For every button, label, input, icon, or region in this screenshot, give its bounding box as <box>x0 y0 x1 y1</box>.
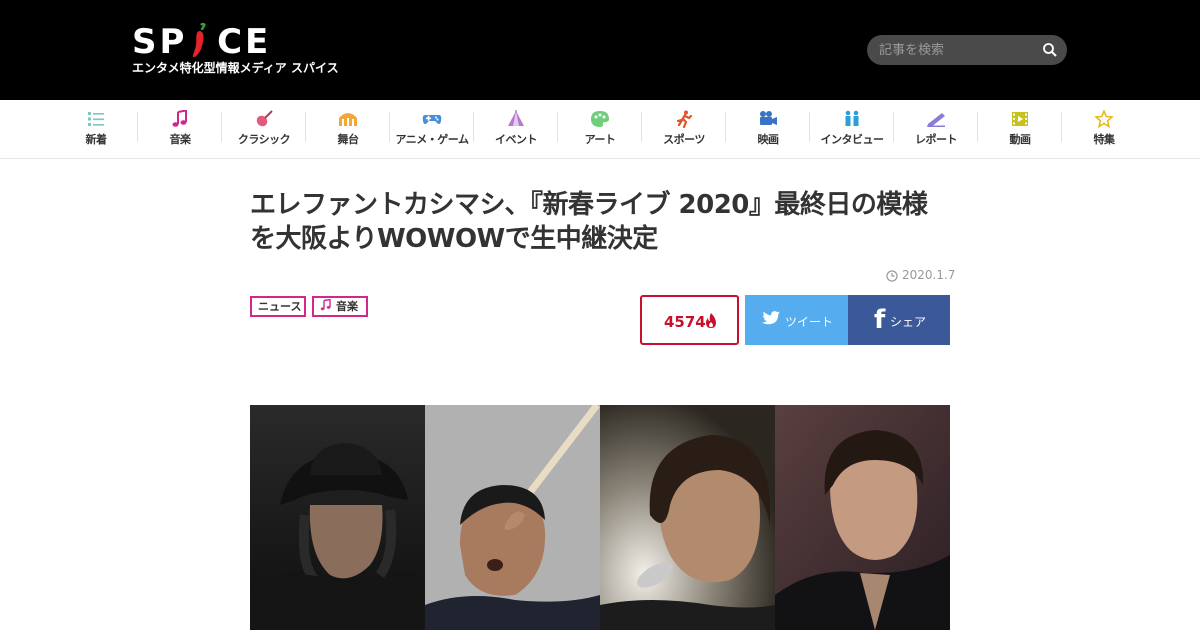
nav-item-interview[interactable]: インタビュー <box>810 110 894 150</box>
flame-icon <box>706 313 716 328</box>
report-icon <box>927 113 945 127</box>
article-title: エレファントカシマシ、『新春ライブ 2020』最終日の模様を大阪よりWOWOWで… <box>250 190 928 254</box>
nav-label: イベント <box>495 133 538 146</box>
nav-label: インタビュー <box>820 133 885 146</box>
pageview-count: 4574 <box>664 313 706 331</box>
nav-item-new[interactable]: 新着 <box>54 110 138 150</box>
category-nav: 新着 音楽 クラシック 舞台 アニメ・ゲーム イベント アート スポーツ 映画 <box>0 100 1200 159</box>
article-hero-image <box>250 405 950 630</box>
tag-music[interactable]: 音楽 <box>312 296 368 317</box>
list-icon <box>88 112 104 126</box>
gamepad-icon <box>422 115 442 125</box>
pageview-counter: 4574 <box>640 295 739 345</box>
member-photo-4 <box>775 405 950 630</box>
publish-date: 2020.1.7 <box>886 268 955 284</box>
nav-item-anime-game[interactable]: アニメ・ゲーム <box>390 110 474 150</box>
nav-item-classic[interactable]: クラシック <box>222 110 306 150</box>
tag-music-label: 音楽 <box>336 300 358 313</box>
nav-item-event[interactable]: イベント <box>474 110 558 150</box>
palette-icon <box>591 111 609 127</box>
music-note-icon <box>172 110 187 127</box>
violin-icon <box>256 110 273 127</box>
member-photo-2 <box>425 405 600 630</box>
film-icon <box>1012 112 1028 126</box>
nav-item-sports[interactable]: スポーツ <box>642 110 726 150</box>
tweet-button[interactable]: ツイート <box>745 295 848 345</box>
member-photo-3 <box>600 405 775 630</box>
nav-label: スポーツ <box>663 133 705 146</box>
clock-icon <box>886 270 898 282</box>
nav-label: アート <box>584 133 616 146</box>
twitter-bird-icon <box>761 311 781 325</box>
nav-item-report[interactable]: レポート <box>894 110 978 150</box>
nav-label: 動画 <box>1009 133 1032 146</box>
nav-label: 舞台 <box>337 133 360 146</box>
nav-item-feature[interactable]: 特集 <box>1062 110 1146 150</box>
share-label: シェア <box>890 315 927 329</box>
site-logo[interactable]: SP CE エンタメ特化型情報メディア スパイス <box>132 22 342 78</box>
search-icon[interactable] <box>1042 42 1058 58</box>
share-button[interactable]: f シェア <box>848 295 950 345</box>
star-icon <box>1094 110 1114 128</box>
search-input[interactable] <box>879 41 1029 59</box>
nav-item-art[interactable]: アート <box>558 110 642 150</box>
site-header: SP CE エンタメ特化型情報メディア スパイス <box>0 0 1200 100</box>
search-box[interactable] <box>867 35 1067 65</box>
nav-item-movie[interactable]: 映画 <box>726 110 810 150</box>
nav-item-stage[interactable]: 舞台 <box>306 110 390 150</box>
date-text: 2020.1.7 <box>902 268 956 282</box>
nav-label: 音楽 <box>169 133 192 146</box>
facebook-icon: f <box>874 305 886 335</box>
tag-news[interactable]: ニュース <box>250 296 306 317</box>
chili-pepper-icon <box>192 23 206 58</box>
stage-icon <box>339 113 357 126</box>
runner-icon <box>676 110 693 128</box>
nav-label: レポート <box>915 133 958 146</box>
interview-icon <box>845 110 859 126</box>
tent-icon <box>508 110 524 126</box>
nav-label: 新着 <box>85 133 108 146</box>
camera-icon <box>760 111 777 125</box>
nav-label: アニメ・ゲーム <box>395 133 469 146</box>
nav-label: 特集 <box>1093 133 1116 146</box>
logo-tagline: エンタメ特化型情報メディア スパイス <box>132 61 339 75</box>
member-photo-1 <box>250 405 425 630</box>
nav-item-music[interactable]: 音楽 <box>138 110 222 150</box>
nav-label: クラシック <box>237 133 291 146</box>
nav-label: 映画 <box>757 133 780 146</box>
tweet-label: ツイート <box>785 315 834 329</box>
nav-item-video[interactable]: 動画 <box>978 110 1062 150</box>
music-note-icon <box>320 299 331 311</box>
